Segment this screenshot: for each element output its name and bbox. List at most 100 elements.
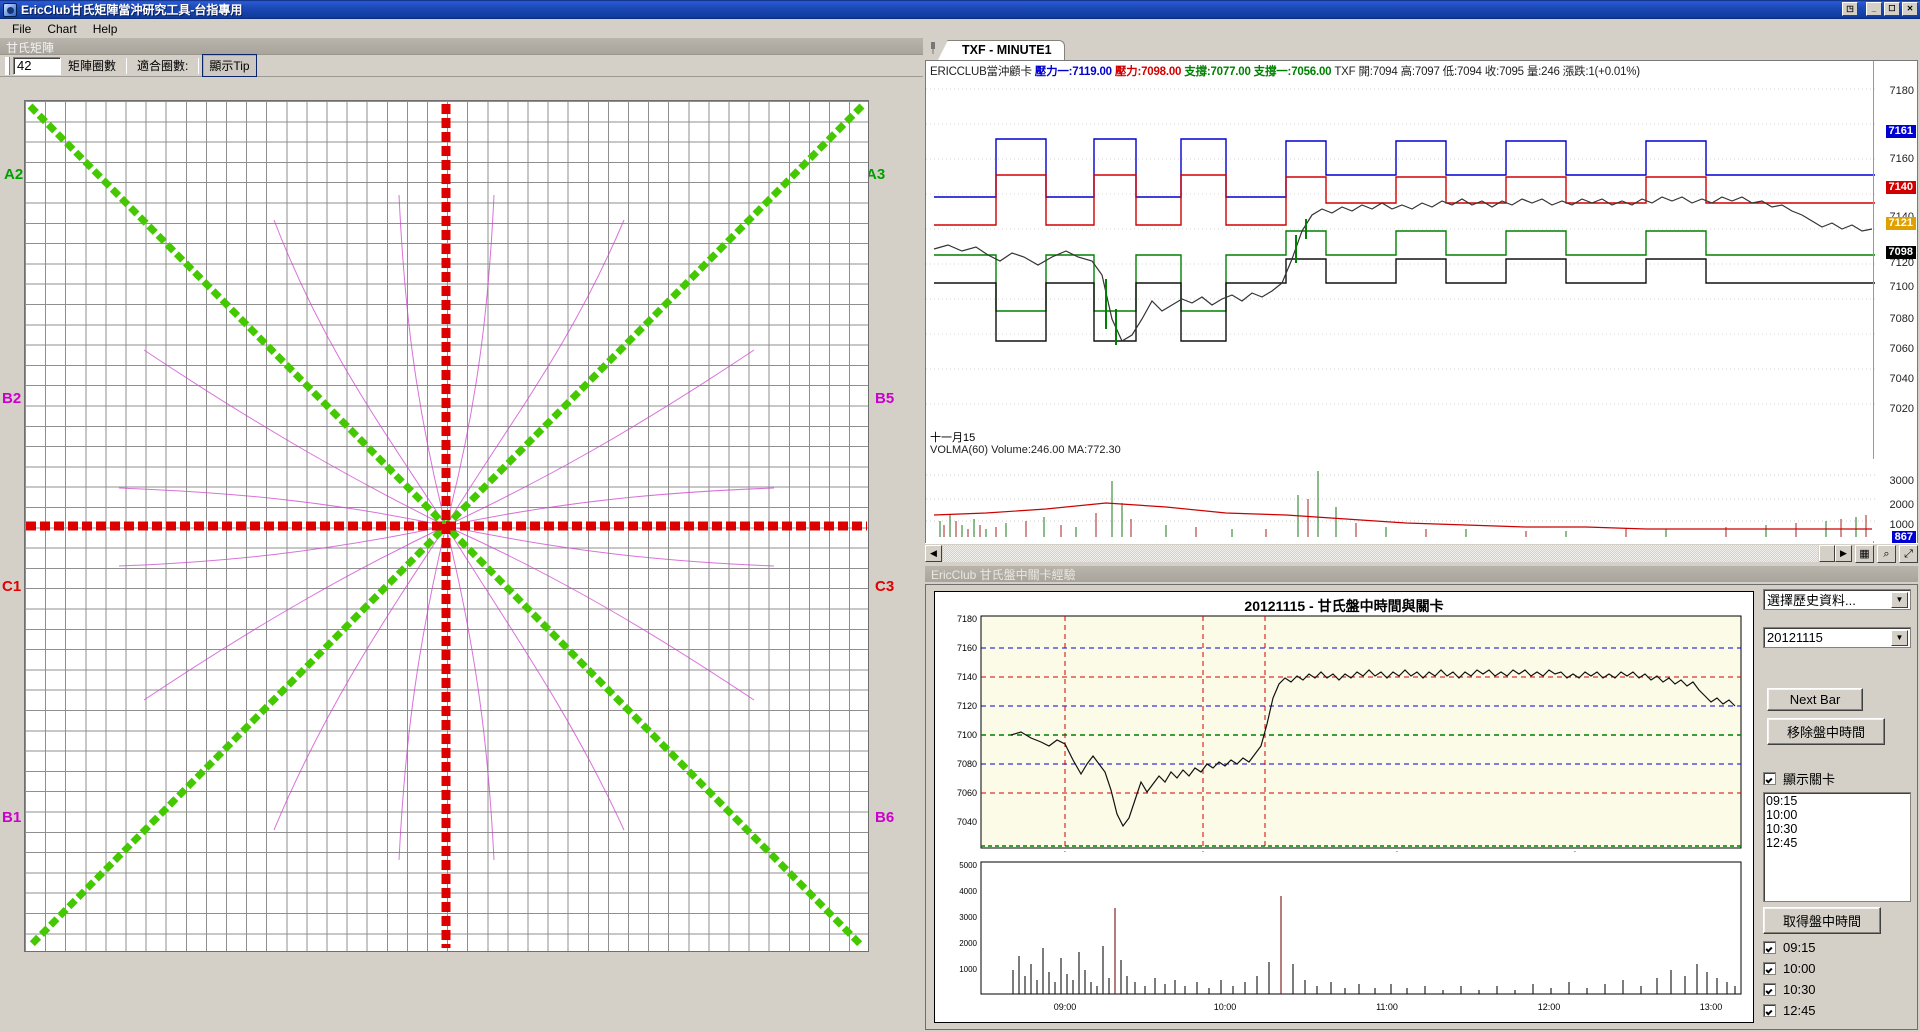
gann-controls: 選擇歷史資料... ▼ 20121115 ▼ Next Bar 移除盤中時間 顯… xyxy=(1763,589,1913,1025)
maximize-button[interactable]: ☐ xyxy=(1884,2,1900,16)
fit-tool-icon[interactable]: ⤢ xyxy=(1899,544,1918,563)
chevron-down-icon[interactable]: ▼ xyxy=(1891,592,1908,608)
zoom-tool-icon[interactable]: ⌕ xyxy=(1877,544,1896,563)
time-checkbox-0915[interactable] xyxy=(1763,941,1776,954)
svg-text:·: · xyxy=(1202,847,1205,854)
toolbar-grip[interactable] xyxy=(5,56,10,75)
gann-volume-plot[interactable]: 5000 4000 3000 2000 1000 09:00 10:00 11:… xyxy=(935,860,1753,1022)
pin-icon[interactable] xyxy=(929,42,937,54)
svg-text:7140: 7140 xyxy=(957,672,977,682)
gann-matrix-pane: 甘氏矩陣 42 矩陣圈數 適合圈數: 顯示Tip A2 B3 C2 B4 A3 … xyxy=(0,38,923,1032)
gann-time-tick-0900: 09:00 xyxy=(1054,1002,1077,1012)
price-plot[interactable] xyxy=(926,79,1875,429)
price-tick-7100: 7100 xyxy=(1889,281,1914,293)
intraday-times-listbox[interactable]: 09:15 10:00 10:30 12:45 xyxy=(1763,792,1911,902)
toolbar-separator-1 xyxy=(126,57,128,74)
window-controls: ◳ _ ☐ ✕ xyxy=(1842,2,1918,16)
close-button[interactable]: ✕ xyxy=(1902,2,1918,16)
charts-pane: TXF - MINUTE1 ERICCLUB當沖顧卡 壓力一:7119.00 壓… xyxy=(923,38,1920,1032)
list-item[interactable]: 10:30 xyxy=(1766,822,1908,836)
indicator-support-label: 支撐: xyxy=(1184,66,1211,78)
svg-text:1000: 1000 xyxy=(959,965,977,974)
date-select[interactable]: 20121115 ▼ xyxy=(1763,627,1911,648)
matrix-label-c3: C3 xyxy=(875,578,895,595)
volume-plot[interactable] xyxy=(926,459,1875,541)
list-item[interactable]: 12:45 xyxy=(1766,836,1908,850)
chart-hscrollbar[interactable]: ◀ ▶ ▦ ⌕ ⤢ xyxy=(925,543,1918,563)
chevron-down-icon[interactable]: ▼ xyxy=(1891,630,1908,646)
chart-tabstrip: TXF - MINUTE1 xyxy=(923,38,1920,60)
fit-rings-label: 適合圈數: xyxy=(137,59,189,73)
svg-text:·: · xyxy=(1064,847,1067,854)
menu-item-file[interactable]: File xyxy=(4,20,39,38)
scroll-left-button[interactable]: ◀ xyxy=(925,545,942,562)
matrix-label-b1: B1 xyxy=(2,809,22,826)
price-tick-7020: 7020 xyxy=(1889,403,1914,415)
price-tag-mid: 7121 xyxy=(1885,217,1916,230)
scroll-track[interactable] xyxy=(943,545,1818,562)
gann-price-plot[interactable]: 7180 7160 7140 7120 7100 7080 7060 7040 xyxy=(935,614,1753,854)
time-check-1030[interactable]: 10:30 xyxy=(1763,982,1913,997)
restore-extra-button[interactable]: ◳ xyxy=(1842,2,1858,16)
time-check-1030-label: 10:30 xyxy=(1783,982,1816,997)
time-check-1000-label: 10:00 xyxy=(1783,961,1816,976)
indicator-support1-label: 支撐一: xyxy=(1253,66,1292,78)
scroll-thumb[interactable] xyxy=(1819,545,1835,562)
date-select-value: 20121115 xyxy=(1767,630,1823,645)
list-item[interactable]: 09:15 xyxy=(1766,794,1908,808)
matrix-label-c1: C1 xyxy=(2,578,22,595)
gann-time-tick-1000: 10:00 xyxy=(1214,1002,1237,1012)
list-item[interactable]: 10:00 xyxy=(1766,808,1908,822)
time-checkbox-1000[interactable] xyxy=(1763,962,1776,975)
time-check-1245[interactable]: 12:45 xyxy=(1763,1003,1913,1018)
time-check-0915-label: 09:15 xyxy=(1783,940,1816,955)
app-icon xyxy=(3,2,17,17)
time-check-1245-label: 12:45 xyxy=(1783,1003,1816,1018)
gann-panel: 20121115 - 甘氏盤中時間與關卡 7180 7160 7140 7120… xyxy=(925,584,1918,1030)
price-chart[interactable]: ERICCLUB當沖顧卡 壓力一:7119.00 壓力:7098.00 支撐:7… xyxy=(925,60,1918,560)
matrix-canvas[interactable]: A2 B3 C2 B4 A3 B2 B5 C1 C3 B1 B6 A1 B8 C… xyxy=(0,78,923,1032)
show-levels-row[interactable]: 顯示關卡 xyxy=(1763,769,1913,788)
history-select[interactable]: 選擇歷史資料... ▼ xyxy=(1763,589,1911,610)
time-checkbox-1030[interactable] xyxy=(1763,983,1776,996)
next-bar-button[interactable]: Next Bar xyxy=(1767,688,1863,711)
time-checkbox-1245[interactable] xyxy=(1763,1004,1776,1017)
price-tick-7040: 7040 xyxy=(1889,373,1914,385)
grid-tool-icon[interactable]: ▦ xyxy=(1855,544,1874,563)
svg-text:3000: 3000 xyxy=(959,913,977,922)
indicator-readout: ERICCLUB當沖顧卡 壓力一:7119.00 壓力:7098.00 支撐:7… xyxy=(930,63,1640,79)
menu-bar: File Chart Help xyxy=(0,19,1920,38)
time-check-0915[interactable]: 09:15 xyxy=(1763,940,1913,955)
matrix-rings-input[interactable]: 42 xyxy=(13,56,61,75)
left-pane-caption: 甘氏矩陣 xyxy=(0,38,923,55)
menu-item-chart[interactable]: Chart xyxy=(39,20,84,38)
indicator-open-value: 7094 xyxy=(1372,66,1398,78)
svg-text:·: · xyxy=(1396,847,1399,854)
volume-tick-2000: 2000 xyxy=(1889,499,1914,511)
menu-item-help[interactable]: Help xyxy=(85,20,126,38)
indicator-resistance-label: 壓力: xyxy=(1114,66,1142,78)
remove-intraday-time-button[interactable]: 移除盤中時間 xyxy=(1767,718,1885,745)
indicator-volume-value: 246 xyxy=(1541,66,1560,78)
price-tick-7060: 7060 xyxy=(1889,343,1914,355)
show-tip-toggle[interactable]: 顯示Tip xyxy=(202,54,257,77)
gann-time-tick-1100: 11:00 xyxy=(1376,1002,1398,1012)
minimize-button[interactable]: _ xyxy=(1866,2,1882,16)
indicator-high-label: 高: xyxy=(1400,66,1416,78)
show-levels-checkbox[interactable] xyxy=(1763,772,1776,785)
price-tag-resistance1: 7161 xyxy=(1885,125,1916,138)
indicator-support-value: 7077.00 xyxy=(1210,66,1251,78)
get-intraday-time-button[interactable]: 取得盤中時間 xyxy=(1763,907,1881,934)
price-tick-7180: 7180 xyxy=(1889,85,1914,97)
matrix-overlay-lines xyxy=(26,103,867,949)
scroll-right-button[interactable]: ▶ xyxy=(1835,545,1852,562)
svg-text:2000: 2000 xyxy=(959,939,977,948)
time-check-1000[interactable]: 10:00 xyxy=(1763,961,1913,976)
indicator-resistance-value: 7098.00 xyxy=(1141,66,1182,78)
matrix-label-b6: B6 xyxy=(875,809,895,826)
gann-chart-title: 20121115 - 甘氏盤中時間與關卡 xyxy=(1244,598,1444,614)
matrix-plot[interactable] xyxy=(24,100,869,952)
tab-txf-minute1[interactable]: TXF - MINUTE1 xyxy=(938,40,1065,60)
matrix-label-a2: A2 xyxy=(4,166,24,183)
gann-chart[interactable]: 20121115 - 甘氏盤中時間與關卡 7180 7160 7140 7120… xyxy=(934,591,1754,1023)
